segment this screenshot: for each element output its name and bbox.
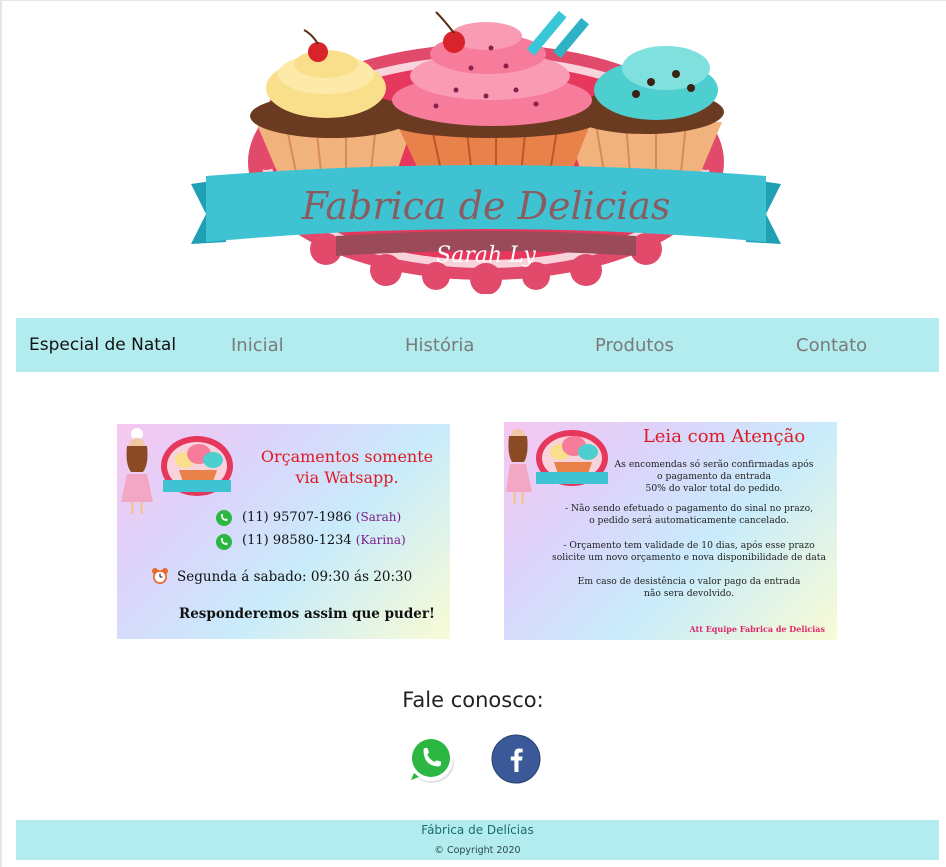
footer-copyright: © Copyright 2020 (434, 845, 521, 856)
phone-number-sarah: (11) 95707-1986 (Sarah) (242, 510, 402, 525)
svg-text:Sarah Ly: Sarah Ly (436, 243, 536, 268)
svg-text:Fabrica de Delicias: Fabrica de Delicias (301, 184, 671, 228)
reply-notice: Responderemos assim que puder! (179, 606, 435, 622)
whatsapp-icon (216, 510, 232, 526)
confirmation-rule: As encomendas só serão confirmadas após … (614, 459, 814, 494)
navbar-brand[interactable]: Especial de Natal (29, 335, 176, 355)
whatsapp-info-card: Orçamentos somente via Watsapp. (11) 957… (117, 424, 450, 639)
main-navbar: Especial de Natal Inicial História Produ… (16, 318, 939, 372)
whatsapp-icon[interactable] (405, 733, 457, 785)
refund-rule: Em caso de desistência o valor pago da e… (577, 576, 801, 599)
nav-link-inicial[interactable]: Inicial (231, 335, 284, 356)
nav-link-historia[interactable]: História (405, 335, 474, 356)
card-signature: Att Equipe Fabrica de Delicias (689, 624, 825, 634)
business-hours: Segunda á sabado: 09:30 ás 20:30 (177, 569, 413, 585)
attention-notice-card: Leia com Atenção As encomendas só serão … (504, 422, 837, 640)
footer-site-name: Fábrica de Delícias (421, 823, 534, 837)
contact-heading: Fale conosco: (402, 688, 544, 712)
cancellation-rule: - Não sendo efetuado o pagamento do sina… (564, 503, 814, 526)
nav-link-contato[interactable]: Contato (796, 335, 867, 356)
site-logo: Fabrica de Delicias Sarah Ly (186, 4, 786, 295)
nav-link-produtos[interactable]: Produtos (595, 335, 674, 356)
alarm-clock-icon (151, 567, 169, 585)
page-border-left (0, 0, 2, 867)
attention-title: Leia com Atenção (642, 426, 806, 447)
validity-rule: - Orçamento tem validade de 10 dias, apó… (552, 540, 826, 563)
phone-number-karina: (11) 98580-1234 (Karina) (242, 533, 406, 548)
whatsapp-icon (216, 534, 232, 550)
page-footer: Fábrica de Delícias © Copyright 2020 (16, 820, 939, 860)
facebook-icon[interactable] (491, 734, 541, 784)
girl-cupcake-illustration (121, 428, 233, 514)
page-border-top (0, 0, 946, 1)
whatsapp-only-notice: Orçamentos somente via Watsapp. (260, 447, 434, 487)
